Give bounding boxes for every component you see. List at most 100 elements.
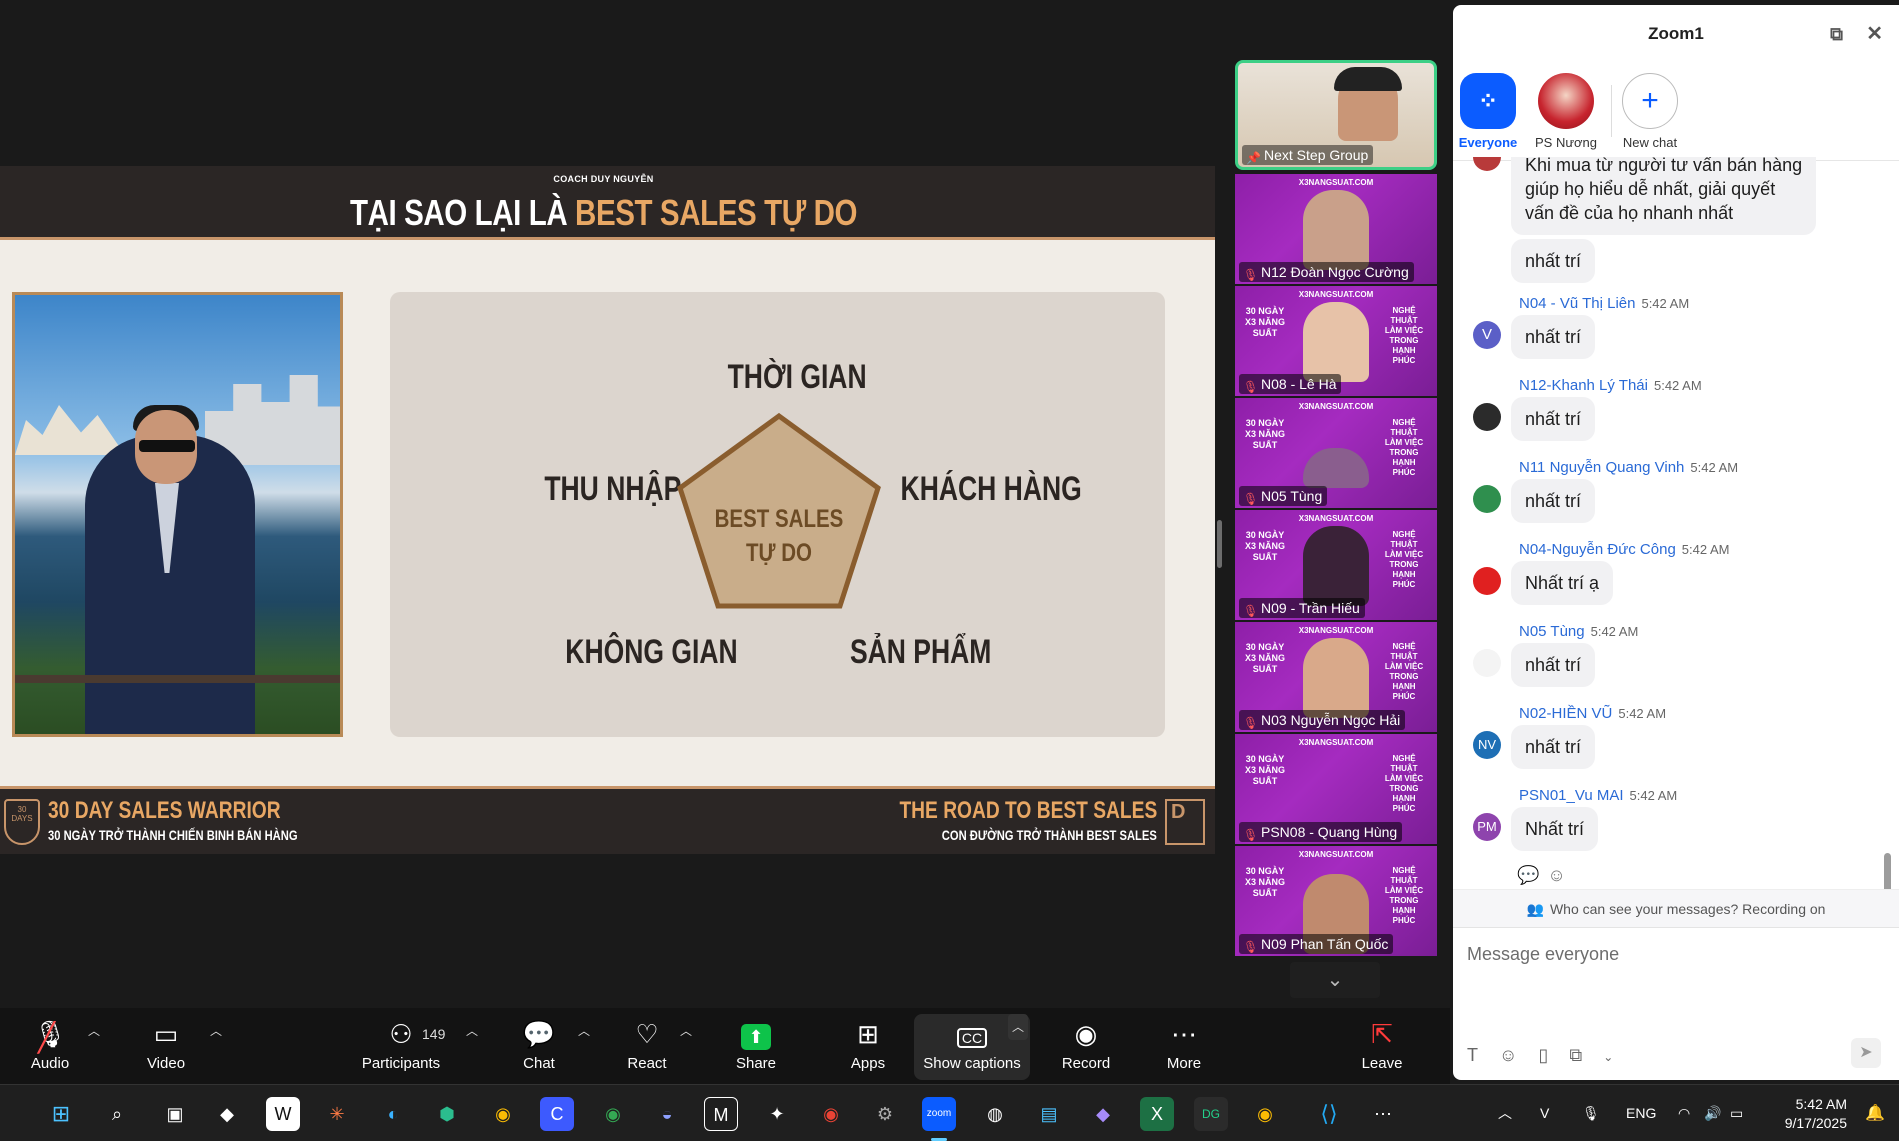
send-button[interactable]: ➤ <box>1851 1038 1881 1068</box>
message-bubble: Nhất trí ạ <box>1511 561 1614 605</box>
split-resize-handle[interactable] <box>1217 520 1222 568</box>
tile-banner-right: NGHỆ THUẬT LÀM VIỆC TRONG HẠNH PHÚC <box>1384 754 1424 813</box>
wifi-icon[interactable]: ◠ <box>1678 1085 1690 1141</box>
participants-options-caret[interactable]: ︿ <box>458 1014 478 1080</box>
video-tile[interactable]: X3NANGSUAT.COM 30 NGÀY X3 NĂNG SUẤT NGHỆ… <box>1235 398 1437 508</box>
chrome-icon[interactable]: ◉ <box>814 1097 848 1131</box>
windows-start-icon[interactable]: ⊞ <box>44 1097 78 1131</box>
video-tile[interactable]: X3NANGSUAT.COM 30 NGÀY X3 NĂNG SUẤT NGHỆ… <box>1235 734 1437 844</box>
excel-icon[interactable]: X <box>1140 1097 1174 1131</box>
video-button[interactable]: ▭ Video <box>138 1014 194 1080</box>
search-icon[interactable]: ⌕ <box>100 1097 134 1131</box>
react-options-caret[interactable]: ︿ <box>672 1014 692 1080</box>
format-text-icon[interactable]: T <box>1467 1045 1478 1065</box>
audio-button[interactable]: 🎙 ╱ Audio <box>22 1014 78 1080</box>
settings-gear-icon[interactable]: ⚙ <box>868 1097 902 1131</box>
discord-icon[interactable]: ◒ <box>650 1097 684 1131</box>
participant-hair <box>1334 67 1402 91</box>
emoji-react-icon[interactable]: ☺ <box>1547 865 1573 885</box>
notepad-icon[interactable]: ▤ <box>1032 1097 1066 1131</box>
video-tile[interactable]: X3NANGSUAT.COM 30 NGÀY X3 NĂNG SUẤT NGHỆ… <box>1235 510 1437 620</box>
message-sender: PSN01_Vu MAI 5:42 AM <box>1519 787 1677 804</box>
chat-options-caret[interactable]: ︿ <box>570 1014 590 1080</box>
video-tile[interactable]: X3NANGSUAT.COM 30 NGÀY X3 NĂNG SUẤT NGHỆ… <box>1235 622 1437 732</box>
sender-name[interactable]: PSN01_Vu MAI <box>1519 787 1624 804</box>
camera-icon: ▭ <box>153 1019 179 1049</box>
meeting-toolbar: 🎙 ╱ Audio ︿ ▭ Video ︿ ⚇ Participants 149 … <box>0 1008 1450 1084</box>
react-button[interactable]: ♡ React <box>620 1014 674 1080</box>
app-hex-icon[interactable]: ⬢ <box>430 1097 464 1131</box>
mic-muted-icon: 🎙 <box>1243 940 1259 954</box>
emoji-icon[interactable]: ☺ <box>1499 1045 1517 1065</box>
app-v-tray-icon[interactable]: V <box>1540 1085 1549 1141</box>
chrome-icon[interactable]: ◉ <box>1248 1097 1282 1131</box>
app-star-icon[interactable]: ✳ <box>320 1097 354 1131</box>
datagrip-icon[interactable]: DG <box>1194 1097 1228 1131</box>
share-button[interactable]: ⬆ Share <box>728 1014 784 1080</box>
reply-icon[interactable]: 💬 <box>1517 865 1547 885</box>
video-tile[interactable]: X3NANGSUAT.COM 🎙 N12 Đoàn Ngọc Cường <box>1235 174 1437 284</box>
tab-everyone[interactable]: ⁘ Everyone <box>1453 73 1523 150</box>
language-indicator[interactable]: ENG <box>1626 1085 1656 1141</box>
speaker-icon[interactable]: 🔊 <box>1704 1085 1721 1141</box>
message-time: 5:42 AM <box>1590 624 1639 639</box>
app-m-icon[interactable]: M <box>704 1097 738 1131</box>
video-tile[interactable]: X3NANGSUAT.COM 30 NGÀY X3 NĂNG SUẤT NGHỆ… <box>1235 846 1437 956</box>
app-c-icon[interactable]: C <box>540 1097 574 1131</box>
battery-icon[interactable]: ▭ <box>1730 1085 1743 1141</box>
chrome-icon[interactable]: ◉ <box>596 1097 630 1131</box>
app-black-icon[interactable]: ◆ <box>210 1097 244 1131</box>
microphone-tray-icon[interactable]: 🎙 <box>1582 1085 1600 1141</box>
file-icon[interactable]: ▯ <box>1538 1045 1548 1065</box>
chevron-down-icon[interactable]: ⌄ <box>1603 1050 1613 1064</box>
chat-button[interactable]: 💬 Chat <box>514 1014 564 1080</box>
app-ring-icon[interactable]: ◍ <box>978 1097 1012 1131</box>
gallery-scroll-down-button[interactable]: ⌄ <box>1290 962 1380 998</box>
presentation-slide: COACH DUY NGUYỄN TẠI SAO LẠI LÀ BEST SAL… <box>0 166 1215 854</box>
sender-name[interactable]: N02-HIỀN VŨ <box>1519 705 1612 722</box>
mic-muted-icon: 🎙 <box>1243 492 1259 506</box>
tab-new-chat[interactable]: + New chat <box>1615 73 1685 150</box>
more-button[interactable]: ⋯ More <box>1156 1014 1212 1080</box>
app-sparkle-icon[interactable]: ✦ <box>760 1097 794 1131</box>
tab-ps-nuong[interactable]: PS Nương ... <box>1531 73 1601 165</box>
obsidian-icon[interactable]: ◆ <box>1086 1097 1120 1131</box>
taskbar-clock[interactable]: 5:42 AM 9/17/2025 <box>1785 1095 1847 1133</box>
sender-name[interactable]: N04-Nguyễn Đức Công <box>1519 541 1676 558</box>
chevron-up-icon[interactable]: ︿ <box>1498 1085 1512 1141</box>
message-compose[interactable]: Message everyone <box>1453 927 1899 1007</box>
sender-name[interactable]: N04 - Vũ Thị Liên <box>1519 295 1635 312</box>
notification-bell-icon[interactable]: 🔔 <box>1865 1103 1885 1123</box>
visibility-note[interactable]: 👥 Who can see your messages? Recording on <box>1453 889 1899 927</box>
footer-left-subtitle: 30 NGÀY TRỞ THÀNH CHIẾN BINH BÁN HÀNG <box>48 827 298 843</box>
sender-name[interactable]: N11 Nguyễn Quang Vinh <box>1519 459 1684 476</box>
participants-button[interactable]: ⚇ Participants <box>356 1014 446 1080</box>
video-tile[interactable]: 📌 Next Step Group <box>1235 60 1437 170</box>
leave-button[interactable]: ⇱ Leave <box>1354 1014 1410 1080</box>
video-options-caret[interactable]: ︿ <box>202 1014 222 1080</box>
video-tile[interactable]: X3NANGSUAT.COM 30 NGÀY X3 NĂNG SUẤT NGHỆ… <box>1235 286 1437 396</box>
captions-options-caret[interactable]: ︿ <box>1008 1014 1028 1040</box>
sender-name[interactable]: N05 Tùng <box>1519 623 1585 640</box>
chrome-icon[interactable]: ◉ <box>486 1097 520 1131</box>
task-view-icon[interactable]: ▣ <box>158 1097 192 1131</box>
screenshot-icon[interactable]: ⧉ <box>1569 1045 1582 1065</box>
captions-label: Show captions <box>923 1055 1021 1072</box>
apps-button[interactable]: ⊞ Apps <box>840 1014 896 1080</box>
message-bubble: nhất trí <box>1511 315 1596 359</box>
more-apps-icon[interactable]: ⋯ <box>1366 1097 1400 1131</box>
vscode-icon[interactable]: ⟨⟩ <box>1312 1097 1346 1131</box>
zoom-icon[interactable]: zoom <box>922 1097 956 1131</box>
tile-banner-right: NGHỆ THUẬT LÀM VIỆC TRONG HẠNH PHÚC <box>1384 306 1424 365</box>
edge-dev-icon[interactable]: ◐ <box>376 1097 410 1131</box>
audio-options-caret[interactable]: ︿ <box>80 1014 100 1080</box>
message-input[interactable]: Message everyone <box>1467 944 1619 965</box>
pop-out-icon[interactable]: ⧉ <box>1830 5 1843 63</box>
close-icon[interactable]: ✕ <box>1866 5 1883 63</box>
tab-divider <box>1611 85 1612 137</box>
avatar <box>1473 485 1501 513</box>
sender-name[interactable]: N12-Khanh Lý Thái <box>1519 377 1648 394</box>
app-w-icon[interactable]: W <box>266 1097 300 1131</box>
windows-taskbar: ⊞ ⌕ ▣ ◆ W ✳ ◐ ⬢ ◉ C ◉ ◒ M ✦ ◉ ⚙ zoom ◍ ▤… <box>0 1084 1899 1141</box>
record-button[interactable]: ◉ Record <box>1054 1014 1118 1080</box>
